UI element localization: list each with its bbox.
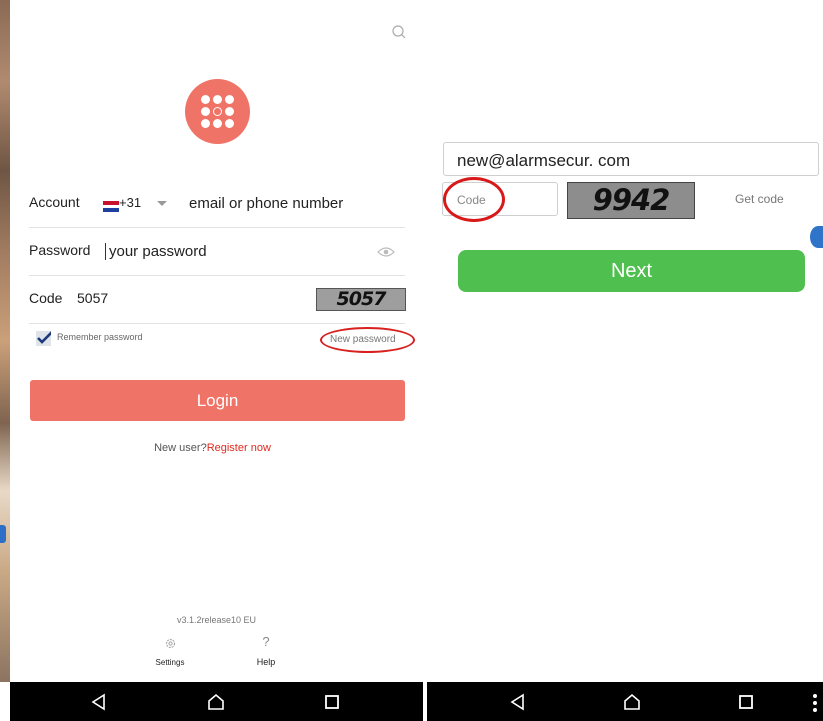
settings-button[interactable]: Settings <box>150 637 190 667</box>
android-navbar-right <box>427 682 823 721</box>
floating-bubble[interactable] <box>810 226 823 248</box>
recents-icon[interactable] <box>323 693 341 711</box>
background-edge <box>0 0 10 682</box>
code-label: Code <box>29 290 63 306</box>
login-button[interactable]: Login <box>30 380 405 421</box>
android-navbar-left <box>10 682 423 721</box>
account-row: Account +31 email or phone number <box>29 180 405 228</box>
help-label: Help <box>256 657 276 667</box>
next-button[interactable]: Next <box>458 250 805 292</box>
logo-dots-icon <box>201 95 234 128</box>
recents-icon[interactable] <box>737 693 755 711</box>
more-icon[interactable] <box>813 694 817 714</box>
new-password-link[interactable]: New password <box>330 334 396 345</box>
code-annotation <box>443 177 505 222</box>
code-row: Code 5057 5057 <box>29 276 406 324</box>
screenshot: Account +31 email or phone number Passwo… <box>0 0 823 721</box>
gear-icon <box>165 638 175 649</box>
get-code-button[interactable]: Get code <box>735 192 784 206</box>
edge-chip <box>0 525 6 543</box>
home-icon[interactable] <box>207 693 225 711</box>
captcha-image[interactable]: 9942 <box>567 182 695 219</box>
app-version: v3.1.2release10 EU <box>176 615 257 625</box>
eye-icon[interactable] <box>377 246 395 258</box>
back-icon[interactable] <box>509 693 527 711</box>
back-icon[interactable] <box>90 693 108 711</box>
account-label: Account <box>29 194 80 210</box>
netherlands-flag-icon[interactable] <box>103 201 119 212</box>
login-screen: Account +31 email or phone number Passwo… <box>0 0 425 721</box>
email-field[interactable]: new@alarmsecur. com <box>443 142 819 176</box>
register-prefix: New user? <box>154 442 207 454</box>
app-logo <box>185 79 250 144</box>
reset-screen: new@alarmsecur. com Code 9942 Get code N… <box>427 0 823 682</box>
chevron-down-icon[interactable] <box>157 201 167 206</box>
remember-label: Remember password <box>57 332 143 342</box>
help-icon: ? <box>262 634 270 649</box>
register-link[interactable]: Register now <box>207 442 271 454</box>
account-input[interactable]: email or phone number <box>189 195 343 212</box>
code-input[interactable]: 5057 <box>77 290 108 306</box>
search-icon[interactable] <box>390 23 408 41</box>
settings-label: Settings <box>155 658 185 667</box>
captcha-image[interactable]: 5057 <box>316 288 406 311</box>
register-line: New user?Register now <box>0 442 425 454</box>
home-icon[interactable] <box>623 693 641 711</box>
help-button[interactable]: ? Help <box>246 634 286 667</box>
country-code[interactable]: +31 <box>119 195 141 210</box>
password-input[interactable]: your password <box>105 243 207 260</box>
password-label: Password <box>29 242 91 258</box>
checkmark-icon[interactable] <box>36 331 51 346</box>
email-value: new@alarmsecur. com <box>457 151 631 170</box>
password-row: Password your password <box>29 228 405 276</box>
new-password-annotation: New password <box>320 327 415 353</box>
